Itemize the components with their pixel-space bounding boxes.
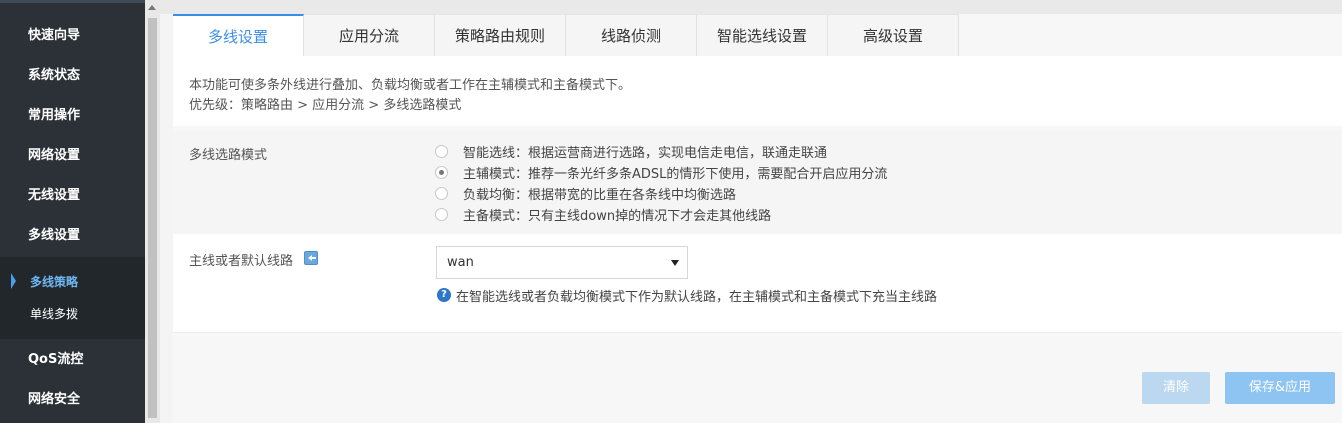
sidebar-scrollbar[interactable]: [145, 0, 160, 423]
description-priority: 优先级：策略路由 > 应用分流 > 多线选路模式: [189, 98, 462, 113]
radio-smart-select-label[interactable]: 智能选线：根据运营商进行选路，实现电信走电信，联通走联通: [463, 142, 827, 161]
sidebar-subitem-multiline-policy[interactable]: 多线策略: [0, 266, 145, 298]
tab-app-split[interactable]: 应用分流: [304, 14, 435, 56]
radio-primary-secondary-label[interactable]: 主辅模式：推荐一条光纤多条ADSL的情形下使用，需要配合开启应用分流: [463, 163, 887, 182]
sidebar-item-multiline[interactable]: 多线设置: [0, 216, 145, 256]
sidebar-top-line: [0, 0, 145, 3]
top-bar: [160, 0, 1342, 14]
scroll-thumb[interactable]: [148, 18, 157, 418]
sidebar-item-wireless[interactable]: 无线设置: [0, 176, 145, 216]
sidebar-item-system-status[interactable]: 系统状态: [0, 56, 145, 96]
mode-label: 多线选路模式: [189, 148, 268, 163]
tab-advanced-settings[interactable]: 高级设置: [828, 14, 959, 56]
radio-primary-secondary[interactable]: [435, 166, 448, 179]
main-line-row: [173, 234, 1342, 333]
sidebar-item-security[interactable]: 网络安全: [0, 380, 145, 420]
main-line-label: 主线或者默认线路: [189, 254, 294, 269]
sidebar-item-common-ops[interactable]: 常用操作: [0, 96, 145, 136]
main-line-select[interactable]: wan: [436, 246, 688, 279]
clear-button[interactable]: 清除: [1142, 372, 1210, 404]
tab-smart-line-settings[interactable]: 智能选线设置: [697, 14, 828, 56]
sidebar-item-network[interactable]: 网络设置: [0, 136, 145, 176]
description-line-1: 本功能可使多条外线进行叠加、负载均衡或者工作在主辅模式和主备模式下。: [189, 78, 632, 93]
sidebar-item-qos[interactable]: QoS流控: [0, 340, 145, 380]
radio-primary-backup[interactable]: [435, 208, 448, 221]
radio-load-balance[interactable]: [435, 187, 448, 200]
save-apply-button[interactable]: 保存&应用: [1225, 372, 1335, 404]
chevron-down-icon: [671, 260, 679, 266]
scroll-up-arrow-icon[interactable]: [148, 5, 156, 10]
radio-primary-backup-label[interactable]: 主备模式：只有主线down掉的情况下才会走其他线路: [463, 205, 771, 224]
sidebar-subitem-single-multidial[interactable]: 单线多拨: [0, 298, 145, 330]
radio-load-balance-label[interactable]: 负载均衡：根据带宽的比重在各条线中均衡选路: [463, 184, 736, 203]
main-line-help-text: 在智能选线或者负载均衡模式下作为默认线路，在主辅模式和主备模式下充当主线路: [456, 290, 938, 305]
sidebar-item-quick-guide[interactable]: 快速向导: [0, 16, 145, 56]
tab-policy-route-rules[interactable]: 策略路由规则: [435, 14, 566, 56]
radio-smart-select[interactable]: [435, 145, 448, 158]
tab-line-detect[interactable]: 线路侦测: [566, 14, 697, 56]
main-line-select-value: wan: [447, 255, 474, 270]
tab-multiline-settings[interactable]: 多线设置: [173, 14, 304, 56]
swap-icon[interactable]: [304, 251, 318, 265]
help-icon: ?: [437, 288, 451, 302]
